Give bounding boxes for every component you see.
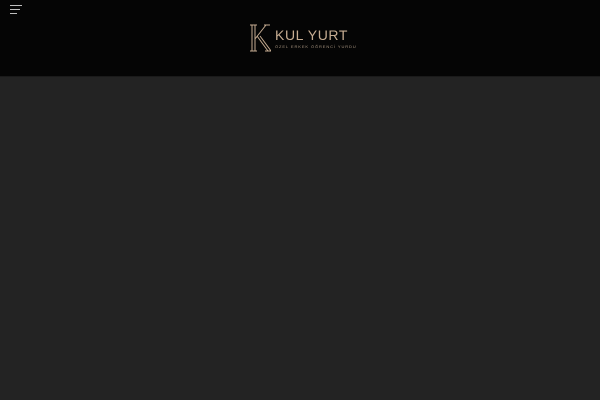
k-monogram-icon xyxy=(250,24,271,52)
site-logo[interactable]: KUL YURT ÖZEL ERKEK ÖĞRENCİ YURDU xyxy=(249,23,357,53)
menu-toggle-button[interactable] xyxy=(10,4,28,18)
site-header: KUL YURT ÖZEL ERKEK ÖĞRENCİ YURDU xyxy=(0,0,600,77)
brand-name: KUL YURT xyxy=(275,27,349,43)
brand-tagline: ÖZEL ERKEK ÖĞRENCİ YURDU xyxy=(275,44,357,49)
logo-text: KUL YURT ÖZEL ERKEK ÖĞRENCİ YURDU xyxy=(275,23,357,49)
hamburger-menu-icon xyxy=(10,5,22,14)
main-content-area xyxy=(0,77,600,400)
